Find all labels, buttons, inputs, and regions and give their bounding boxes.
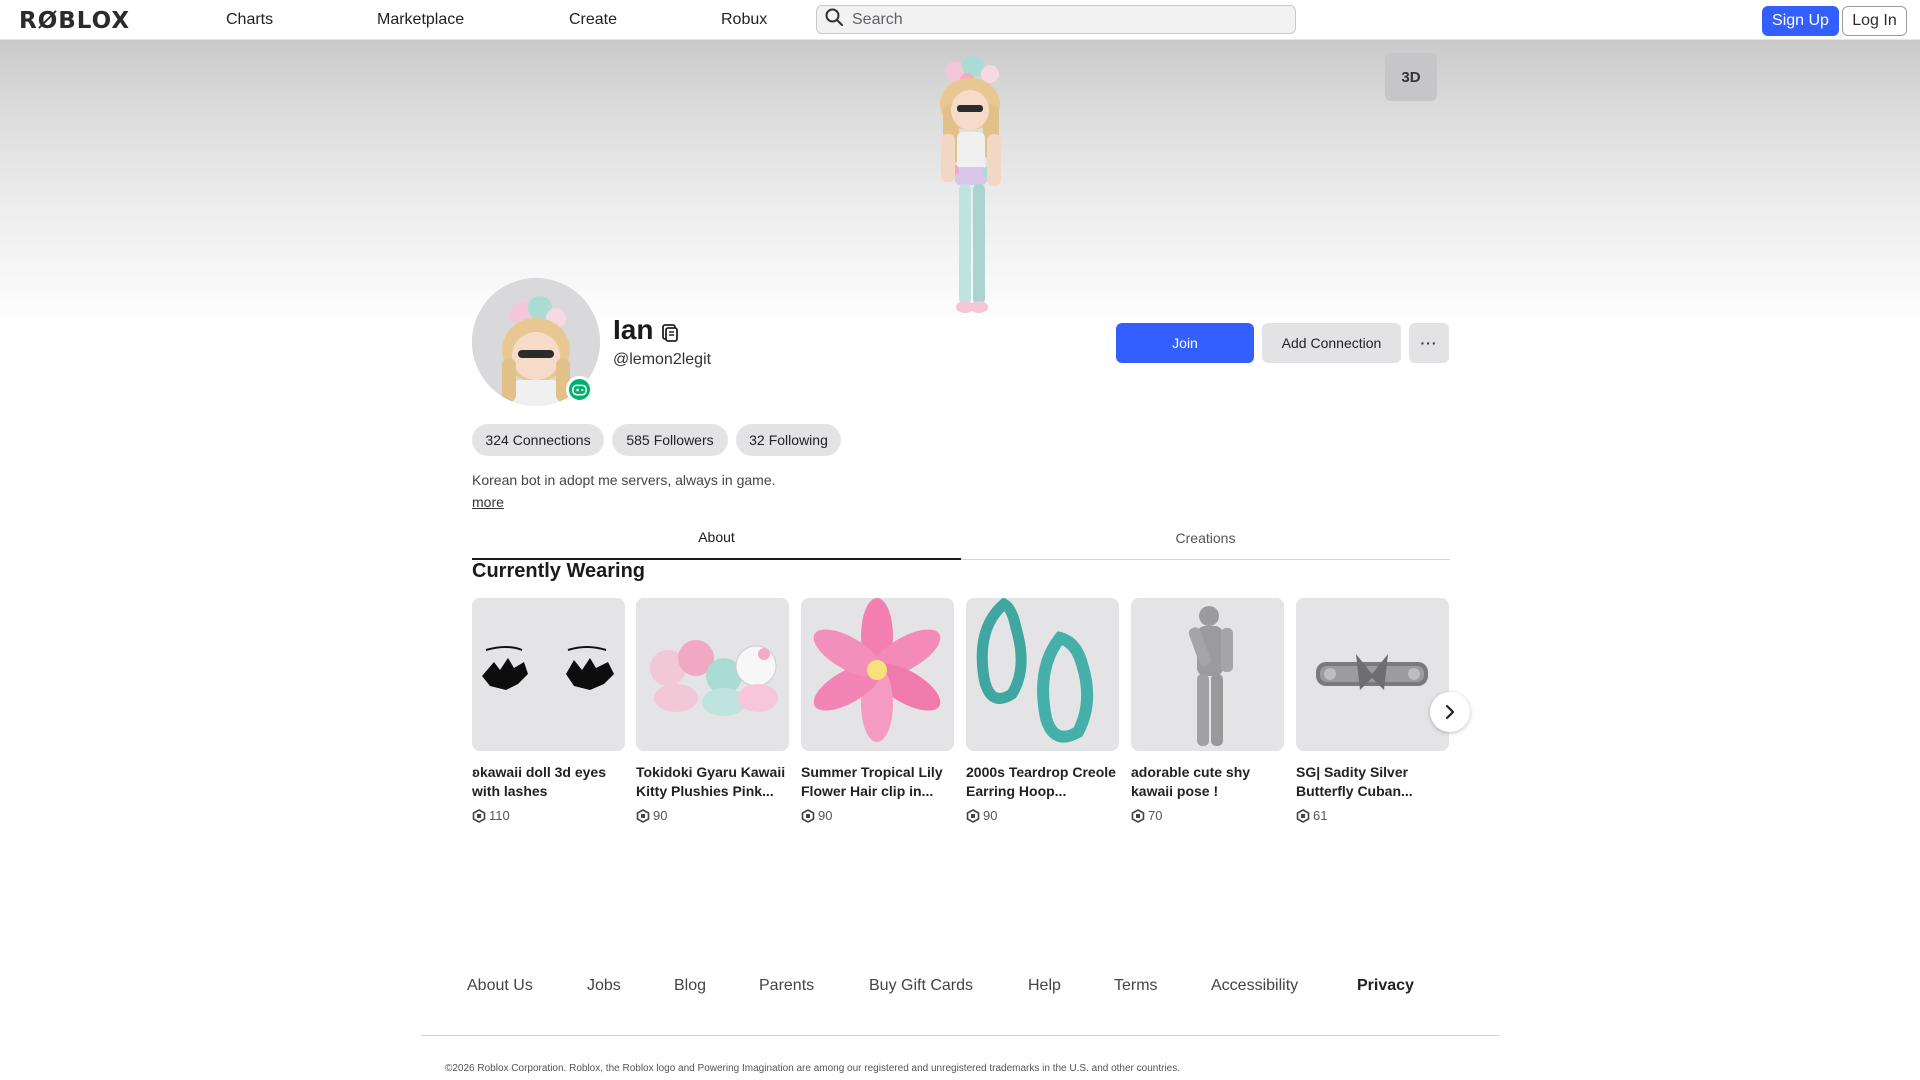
item-name[interactable]: SG| Sadity Silver Butterfly Cuban... xyxy=(1296,763,1449,801)
item-card[interactable]: Summer Tropical Lily Flower Hair clip in… xyxy=(801,598,954,823)
item-name[interactable]: Tokidoki Gyaru Kawaii Kitty Plushies Pin… xyxy=(636,763,789,801)
join-button[interactable]: Join xyxy=(1116,323,1254,363)
footer-link-gift-cards[interactable]: Buy Gift Cards xyxy=(869,977,973,995)
item-card[interactable]: ʚkawaii doll 3d eyes with lashes 110 xyxy=(472,598,625,823)
search-icon xyxy=(824,7,844,32)
item-price-value: 90 xyxy=(983,808,998,823)
item-card[interactable]: 2000s Teardrop Creole Earring Hoop... 90 xyxy=(966,598,1119,823)
nav-link-create[interactable]: Create xyxy=(569,11,617,29)
footer-link-privacy[interactable]: Privacy xyxy=(1357,977,1414,995)
search-input[interactable] xyxy=(852,10,1272,29)
profile-tabs: About Creations xyxy=(472,516,1450,560)
footer-link-blog[interactable]: Blog xyxy=(674,977,706,995)
item-price-value: 110 xyxy=(489,808,510,823)
log-in-button[interactable]: Log In xyxy=(1842,6,1907,36)
item-price: 70 xyxy=(1131,808,1284,823)
item-price: 90 xyxy=(966,808,1119,823)
tab-about[interactable]: About xyxy=(472,516,961,560)
footer-link-about-us[interactable]: About Us xyxy=(467,977,533,995)
following-label: Following xyxy=(768,432,828,448)
footer-link-accessibility[interactable]: Accessibility xyxy=(1211,977,1298,995)
connections-pill[interactable]: 324 Connections xyxy=(472,424,604,456)
item-name[interactable]: ʚkawaii doll 3d eyes with lashes xyxy=(472,763,625,801)
footer-divider xyxy=(421,1035,1500,1036)
tab-creations[interactable]: Creations xyxy=(961,516,1450,560)
item-name[interactable]: 2000s Teardrop Creole Earring Hoop... xyxy=(966,763,1119,801)
item-price-value: 90 xyxy=(653,808,668,823)
carousel-next-button[interactable] xyxy=(1430,692,1470,732)
connections-count: 324 xyxy=(485,432,509,448)
robux-icon xyxy=(801,808,815,823)
robux-icon xyxy=(472,808,486,823)
item-thumbnail xyxy=(472,598,625,751)
display-name: Ian xyxy=(613,314,654,345)
item-price-value: 90 xyxy=(818,808,833,823)
item-thumbnail xyxy=(1131,598,1284,751)
item-thumbnail xyxy=(636,598,789,751)
item-card[interactable]: SG| Sadity Silver Butterfly Cuban... 61 xyxy=(1296,598,1449,823)
footer-link-jobs[interactable]: Jobs xyxy=(587,977,621,995)
item-thumbnail xyxy=(966,598,1119,751)
item-card[interactable]: Tokidoki Gyaru Kawaii Kitty Plushies Pin… xyxy=(636,598,789,823)
avatar-3d-figure[interactable] xyxy=(915,52,1025,322)
item-price-value: 70 xyxy=(1148,808,1163,823)
item-price: 110 xyxy=(472,808,625,823)
online-status-badge xyxy=(566,376,593,403)
item-price: 90 xyxy=(636,808,789,823)
gamepad-icon xyxy=(572,384,587,395)
item-card[interactable]: adorable cute shy kawaii pose ! 70 xyxy=(1131,598,1284,823)
footer-link-help[interactable]: Help xyxy=(1028,977,1061,995)
robux-icon xyxy=(966,808,980,823)
item-price: 90 xyxy=(801,808,954,823)
item-price-value: 61 xyxy=(1313,808,1328,823)
currently-wearing-heading: Currently Wearing xyxy=(472,560,645,582)
item-thumbnail xyxy=(1296,598,1449,751)
item-name[interactable]: Summer Tropical Lily Flower Hair clip in… xyxy=(801,763,954,801)
nav-link-marketplace[interactable]: Marketplace xyxy=(377,11,464,29)
robux-icon xyxy=(1296,808,1310,823)
item-thumbnail xyxy=(801,598,954,751)
top-navigation: RØBLOX Charts Marketplace Create Robux S… xyxy=(0,0,1920,40)
following-count: 32 xyxy=(749,432,765,448)
followers-label: Followers xyxy=(653,432,714,448)
username: @lemon2legit xyxy=(613,351,712,368)
robux-icon xyxy=(1131,808,1145,823)
add-connection-button[interactable]: Add Connection xyxy=(1262,323,1401,363)
profile-bio: Korean bot in adopt me servers, always i… xyxy=(472,472,776,488)
chevron-right-icon xyxy=(1445,704,1455,720)
nav-link-robux[interactable]: Robux xyxy=(721,11,767,29)
item-name[interactable]: adorable cute shy kawaii pose ! xyxy=(1131,763,1284,801)
bio-more-link[interactable]: more xyxy=(472,494,504,510)
copy-badge-icon[interactable] xyxy=(660,323,680,343)
sign-up-button[interactable]: Sign Up xyxy=(1762,6,1839,36)
footer-link-parents[interactable]: Parents xyxy=(759,977,814,995)
toggle-3d-button[interactable]: 3D xyxy=(1385,53,1437,101)
nav-link-charts[interactable]: Charts xyxy=(226,11,273,29)
item-price: 61 xyxy=(1296,808,1449,823)
footer-link-terms[interactable]: Terms xyxy=(1114,977,1158,995)
followers-count: 585 xyxy=(626,432,650,448)
roblox-logo[interactable]: RØBLOX xyxy=(19,8,130,34)
robux-icon xyxy=(636,808,650,823)
followers-pill[interactable]: 585 Followers xyxy=(612,424,728,456)
more-options-button[interactable]: ··· xyxy=(1409,323,1449,363)
following-pill[interactable]: 32 Following xyxy=(736,424,841,456)
search-bar[interactable] xyxy=(816,5,1296,34)
copyright-text: ©2026 Roblox Corporation. Roblox, the Ro… xyxy=(445,1063,1181,1074)
connections-label: Connections xyxy=(512,432,591,448)
